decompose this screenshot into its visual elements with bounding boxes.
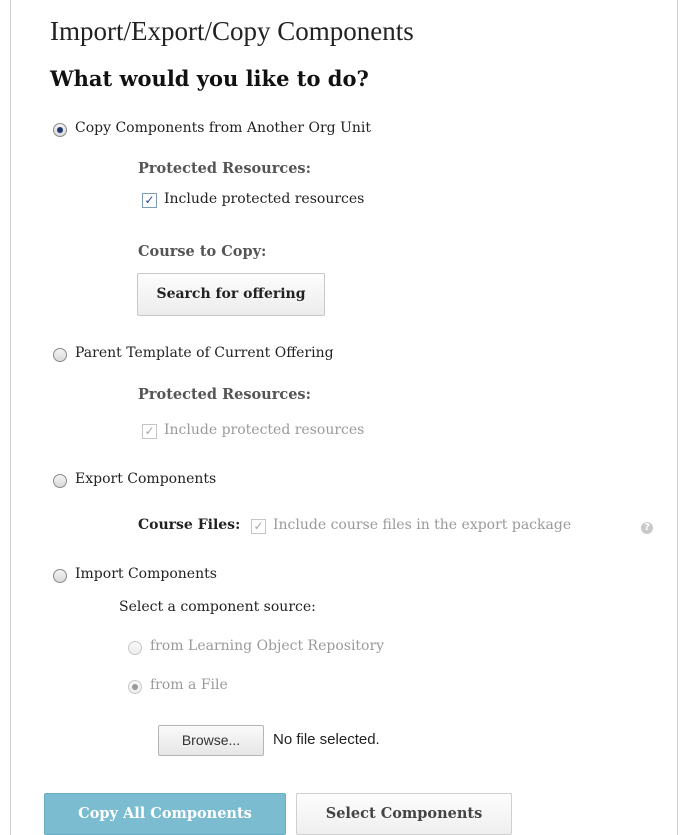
copy-protected-checkbox[interactable]: ✓ (142, 193, 157, 208)
radio-copy-components[interactable] (53, 123, 67, 137)
component-source-heading: Select a component source: (119, 599, 316, 615)
course-to-copy-heading: Course to Copy: (138, 243, 267, 260)
radio-source-file-label[interactable]: from a File (150, 677, 228, 693)
copy-protected-heading: Protected Resources: (138, 160, 311, 177)
dialog-panel: Import/Export/Copy Components What would… (10, 0, 678, 835)
radio-import-components[interactable] (53, 569, 67, 583)
radio-source-repository-label[interactable]: from Learning Object Repository (150, 638, 384, 654)
radio-parent-template-label[interactable]: Parent Template of Current Offering (75, 345, 334, 361)
course-files-label: Course Files: (138, 517, 241, 533)
copy-protected-checkbox-label[interactable]: Include protected resources (164, 191, 364, 207)
parent-protected-checkbox-label: Include protected resources (164, 422, 365, 438)
page-title: Import/Export/Copy Components (50, 16, 414, 46)
help-icon[interactable]: ? (641, 522, 653, 534)
radio-parent-template[interactable] (53, 348, 67, 362)
radio-export-components-label[interactable]: Export Components (75, 471, 216, 487)
parent-protected-checkbox: ✓ (142, 424, 157, 439)
search-for-offering-button[interactable]: Search for offering (137, 273, 325, 316)
radio-source-file[interactable] (128, 680, 142, 694)
browse-button[interactable]: Browse... (158, 725, 264, 756)
radio-import-components-label[interactable]: Import Components (75, 566, 217, 582)
copy-all-components-button[interactable]: Copy All Components (44, 793, 286, 835)
course-files-checkbox-label[interactable]: Include course files in the export packa… (273, 517, 571, 533)
radio-source-repository[interactable] (128, 641, 142, 655)
radio-export-components[interactable] (53, 474, 67, 488)
parent-protected-heading: Protected Resources: (138, 386, 311, 403)
page-question: What would you like to do? (50, 66, 369, 91)
file-status-text: No file selected. (273, 731, 380, 748)
radio-copy-components-label[interactable]: Copy Components from Another Org Unit (75, 120, 371, 136)
course-files-checkbox[interactable]: ✓ (251, 519, 266, 534)
select-components-button[interactable]: Select Components (296, 793, 512, 835)
